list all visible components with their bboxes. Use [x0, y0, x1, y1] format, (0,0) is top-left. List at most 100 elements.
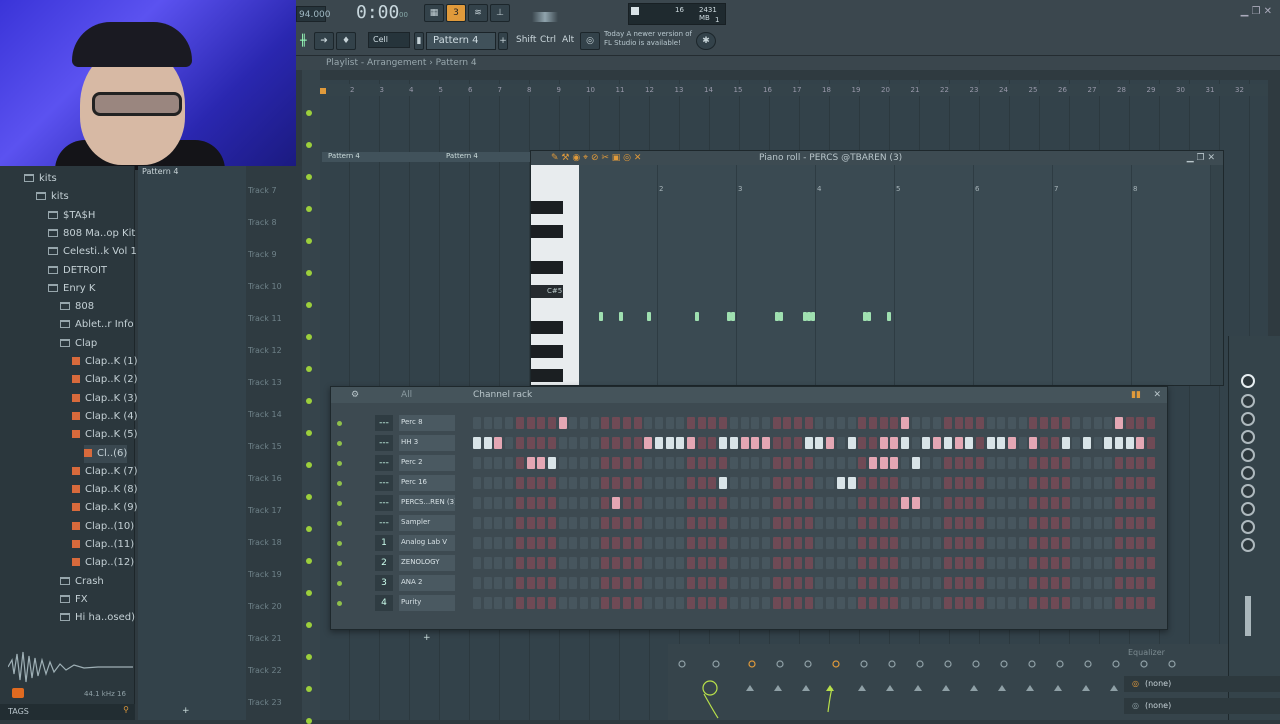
track-label[interactable]: Track 20 — [248, 602, 282, 611]
step-button[interactable] — [1093, 577, 1102, 589]
step-button[interactable] — [558, 497, 567, 509]
step-button[interactable] — [751, 437, 760, 449]
step-button[interactable] — [986, 537, 995, 549]
step-button[interactable] — [1082, 597, 1091, 609]
step-button[interactable] — [901, 417, 909, 429]
step-button[interactable] — [644, 417, 653, 429]
step-button[interactable] — [954, 557, 963, 569]
step-button[interactable] — [858, 417, 867, 429]
step-button[interactable] — [954, 537, 963, 549]
step-button[interactable] — [804, 577, 813, 589]
step-button[interactable] — [858, 517, 867, 529]
step-button[interactable] — [1082, 537, 1091, 549]
step-button[interactable] — [965, 497, 974, 509]
step-button[interactable] — [1008, 497, 1016, 509]
step-button[interactable] — [569, 537, 578, 549]
step-button[interactable] — [1018, 537, 1027, 549]
step-button[interactable] — [526, 517, 535, 529]
step-button[interactable] — [515, 497, 524, 509]
step-button[interactable] — [783, 537, 792, 549]
step-sequencer[interactable] — [473, 577, 1157, 591]
step-button[interactable] — [933, 437, 942, 449]
step-button[interactable] — [1104, 577, 1113, 589]
step-button[interactable] — [1082, 477, 1091, 489]
step-button[interactable] — [836, 497, 845, 509]
browser-folder[interactable]: Celesti..k Vol 1 — [48, 243, 137, 261]
step-button[interactable] — [708, 517, 717, 529]
step-button[interactable] — [997, 557, 1006, 569]
step-button[interactable] — [1093, 497, 1102, 509]
ctrl-key[interactable]: Ctrl — [538, 33, 558, 49]
step-button[interactable] — [740, 437, 749, 449]
step-button[interactable] — [697, 577, 706, 589]
step-button[interactable] — [676, 597, 685, 609]
step-button[interactable] — [1008, 557, 1016, 569]
step-button[interactable] — [526, 477, 535, 489]
step-button[interactable] — [794, 517, 802, 529]
step-button[interactable] — [687, 517, 695, 529]
step-button[interactable] — [494, 597, 503, 609]
step-button[interactable] — [494, 537, 503, 549]
sample-waveform[interactable] — [7, 648, 133, 686]
step-button[interactable] — [1104, 537, 1113, 549]
piano-roll-tools-icon[interactable]: ✎ ⚒ ◉ ⌖ ⊘ ✂ ▣ ◎ ✕ — [551, 151, 641, 165]
step-button[interactable] — [954, 517, 963, 529]
step-button[interactable] — [1082, 577, 1091, 589]
step-button[interactable] — [1115, 477, 1123, 489]
step-button[interactable] — [1018, 497, 1027, 509]
step-button[interactable] — [986, 417, 995, 429]
step-button[interactable] — [933, 457, 942, 469]
step-button[interactable] — [954, 577, 963, 589]
step-button[interactable] — [772, 417, 781, 429]
step-button[interactable] — [890, 457, 899, 469]
step-button[interactable] — [505, 577, 514, 589]
step-button[interactable] — [943, 597, 952, 609]
step-button[interactable] — [740, 597, 749, 609]
step-button[interactable] — [558, 437, 567, 449]
step-button[interactable] — [783, 477, 792, 489]
step-button[interactable] — [1115, 457, 1123, 469]
step-button[interactable] — [612, 537, 621, 549]
step-button[interactable] — [943, 517, 952, 529]
track-mute-led[interactable] — [306, 462, 312, 468]
step-button[interactable] — [697, 497, 706, 509]
step-button[interactable] — [558, 477, 567, 489]
step-button[interactable] — [547, 557, 556, 569]
browser-file[interactable]: Clap..K (7) — [72, 463, 138, 481]
step-sequencer[interactable] — [473, 477, 1157, 491]
step-button[interactable] — [751, 537, 760, 549]
step-button[interactable] — [986, 557, 995, 569]
midi-note[interactable] — [695, 312, 699, 321]
step-button[interactable] — [1018, 437, 1027, 449]
step-button[interactable] — [1125, 457, 1134, 469]
step-button[interactable] — [922, 477, 931, 489]
insert-knob[interactable] — [1241, 448, 1255, 462]
step-button[interactable] — [794, 457, 802, 469]
step-button[interactable] — [933, 597, 942, 609]
step-button[interactable] — [911, 517, 920, 529]
step-button[interactable] — [505, 457, 514, 469]
step-button[interactable] — [1136, 597, 1145, 609]
step-button[interactable] — [633, 457, 642, 469]
track-mute-led[interactable] — [306, 718, 312, 724]
step-button[interactable] — [911, 597, 920, 609]
step-button[interactable] — [911, 577, 920, 589]
step-button[interactable] — [569, 577, 578, 589]
step-button[interactable] — [740, 557, 749, 569]
step-button[interactable] — [473, 457, 481, 469]
channel-row[interactable]: --- Perc 16 — [331, 475, 1167, 493]
track-label[interactable]: Track 17 — [248, 506, 282, 515]
step-button[interactable] — [1008, 577, 1016, 589]
step-button[interactable] — [708, 477, 717, 489]
add-clip-icon[interactable]: + — [182, 706, 190, 716]
step-button[interactable] — [751, 517, 760, 529]
snap-select[interactable]: Cell — [368, 32, 410, 48]
step-button[interactable] — [1104, 417, 1113, 429]
step-button[interactable] — [537, 497, 546, 509]
step-button[interactable] — [933, 497, 942, 509]
step-button[interactable] — [858, 537, 867, 549]
step-button[interactable] — [1125, 417, 1134, 429]
step-button[interactable] — [772, 597, 781, 609]
step-button[interactable] — [826, 577, 835, 589]
step-button[interactable] — [836, 477, 845, 489]
